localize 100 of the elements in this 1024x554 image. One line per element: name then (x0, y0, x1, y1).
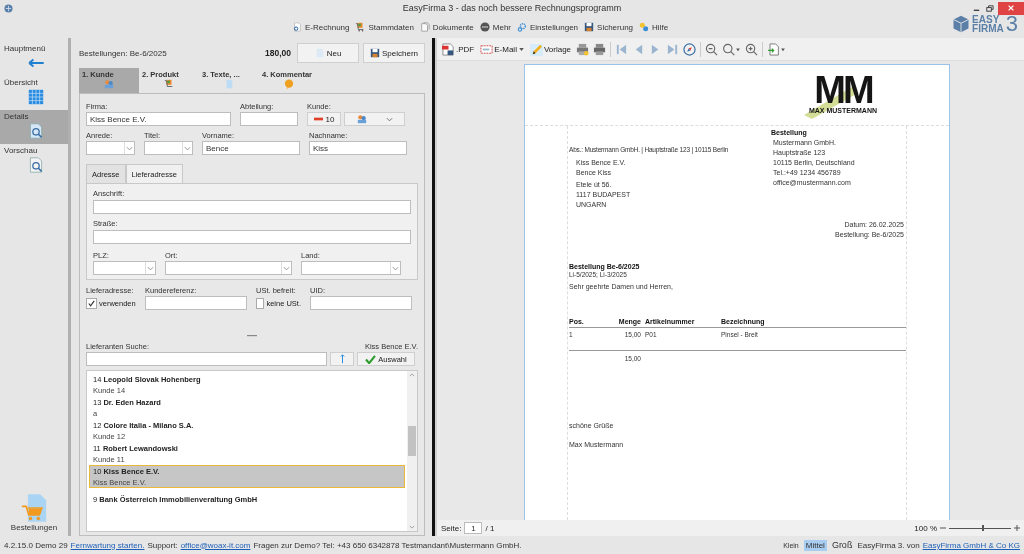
bulb-icon (639, 22, 650, 32)
checkbox[interactable] (86, 297, 97, 309)
department-field[interactable] (240, 112, 298, 126)
envelope-icon (480, 42, 494, 56)
last-page-icon[interactable] (666, 42, 680, 56)
zoom-plus-icon[interactable] (1014, 525, 1020, 531)
last-name-field[interactable]: Kiss (309, 141, 407, 155)
cart-icon (355, 22, 366, 32)
sidebar-item[interactable]: Details (0, 110, 68, 144)
cube-icon (952, 15, 971, 33)
new-button[interactable]: Neu (297, 43, 359, 63)
splitter-handle[interactable] (247, 335, 257, 337)
minus-icon (313, 117, 323, 121)
zoom-slider[interactable] (949, 524, 1011, 532)
sort-button[interactable] (330, 352, 354, 366)
compass-icon[interactable] (683, 42, 697, 56)
arrow-up-icon (339, 354, 345, 364)
document-heading: Bestellungen: Be-6/2025 (79, 48, 167, 58)
zoom-minus-icon[interactable] (940, 525, 946, 531)
caret-icon (518, 47, 524, 51)
sidebar-item[interactable]: Bestellungen (0, 491, 68, 536)
salutation-dropdown[interactable] (86, 141, 135, 155)
title-dropdown[interactable] (144, 141, 193, 155)
vendor-text: EasyFirma 3. von (857, 540, 920, 550)
gear-icon (517, 22, 527, 32)
vendor-link[interactable]: EasyFirma GmbH & Co KG (922, 540, 1020, 550)
document-magnifier-icon (28, 157, 44, 173)
restore-icon[interactable] (985, 3, 994, 13)
sidebar-item[interactable]: Hauptmenü (0, 42, 68, 76)
printer-settings-icon[interactable] (576, 42, 590, 56)
font-size-option[interactable]: Groß (829, 539, 855, 551)
email-button[interactable]: E-Mail (479, 42, 525, 56)
vat-id-field[interactable] (310, 296, 412, 310)
app-icon (4, 3, 13, 13)
more-icon (479, 22, 490, 32)
postcode-dropdown[interactable] (93, 261, 156, 275)
customer-number-button[interactable]: 10 (307, 112, 341, 126)
grid-icon (28, 89, 44, 105)
logo-initials: MM (814, 73, 872, 107)
zoom-out-icon[interactable] (705, 42, 719, 56)
company-field[interactable]: Kiss Bence E.V. (86, 112, 231, 126)
people-icon (104, 79, 114, 89)
page-total: / 1 (485, 523, 495, 533)
pdf-file-icon (442, 42, 455, 56)
first-page-icon[interactable] (615, 42, 629, 56)
zoom-icon[interactable] (722, 42, 742, 56)
template-button[interactable]: Vorlage (528, 42, 573, 56)
menu-item[interactable]: Dokumente (417, 22, 476, 32)
check-icon (87, 298, 96, 308)
support-label: Support: (147, 540, 178, 550)
pdf-button[interactable]: .PDF (441, 42, 476, 56)
checkbox[interactable] (256, 297, 265, 309)
menu-item[interactable]: Einstellungen (515, 22, 581, 32)
zoom-percent: 100 % (914, 523, 937, 533)
scrollbar[interactable] (407, 371, 417, 531)
documents-icon (419, 22, 430, 32)
pencil-icon (529, 42, 543, 56)
menu-item[interactable]: Hilfe (637, 22, 671, 32)
caret-icon (184, 145, 191, 151)
caret-icon (126, 145, 133, 151)
caret-icon (147, 265, 154, 271)
info-text: Fragen zur Demo? Tel: +43 650 6342878 Testmandant\Mustermann GmbH. (253, 540, 522, 550)
page-label: Seite: (441, 523, 462, 533)
people-icon (356, 114, 367, 124)
speech-bubble-icon (284, 79, 294, 89)
sidebar-item[interactable]: Vorschau (0, 144, 68, 178)
caret-icon (385, 116, 393, 122)
remote-support-link[interactable]: Fernwartung starten. (70, 540, 145, 550)
street-field[interactable] (93, 230, 411, 244)
customer-dropdown[interactable] (344, 112, 405, 126)
menu-item[interactable]: Stammdaten (353, 22, 416, 32)
first-name-field[interactable]: Bence (202, 141, 300, 155)
caret-icon (409, 525, 415, 529)
cart-icon (164, 79, 174, 89)
country-dropdown[interactable] (301, 261, 401, 275)
export-icon[interactable] (767, 42, 787, 56)
page-number-field[interactable]: 1 (464, 522, 483, 534)
zoom-in-icon[interactable] (745, 42, 759, 56)
font-size-option[interactable]: Mittel (803, 539, 827, 551)
close-button[interactable] (998, 1, 1024, 15)
document-icon (292, 22, 302, 32)
scrollbar-thumb[interactable] (408, 426, 416, 456)
city-dropdown[interactable] (165, 261, 292, 275)
version-text: 4.2.15.0 Demo 29 (4, 540, 68, 550)
save-button[interactable]: Speichern (363, 43, 425, 63)
caret-up-icon (409, 373, 415, 377)
sidebar-item[interactable]: Übersicht (0, 76, 68, 110)
window-title: EasyFirma 3 - das noch bessere Rechnungsprogramm (401, 3, 623, 13)
logo-text: EASY (972, 15, 1000, 24)
menu-item[interactable]: E-Rechnung (290, 22, 352, 32)
check-icon (365, 354, 377, 364)
reference-field[interactable] (145, 296, 247, 310)
search-field[interactable] (86, 352, 327, 366)
print-icon[interactable] (593, 42, 607, 56)
document-icon (224, 79, 234, 89)
menu-item[interactable]: Sicherung (582, 22, 636, 32)
address-field[interactable] (93, 200, 411, 214)
menu-item[interactable]: Mehr (477, 22, 513, 32)
caret-icon (392, 265, 399, 271)
email-link[interactable]: office@woax-it.com (180, 540, 251, 550)
